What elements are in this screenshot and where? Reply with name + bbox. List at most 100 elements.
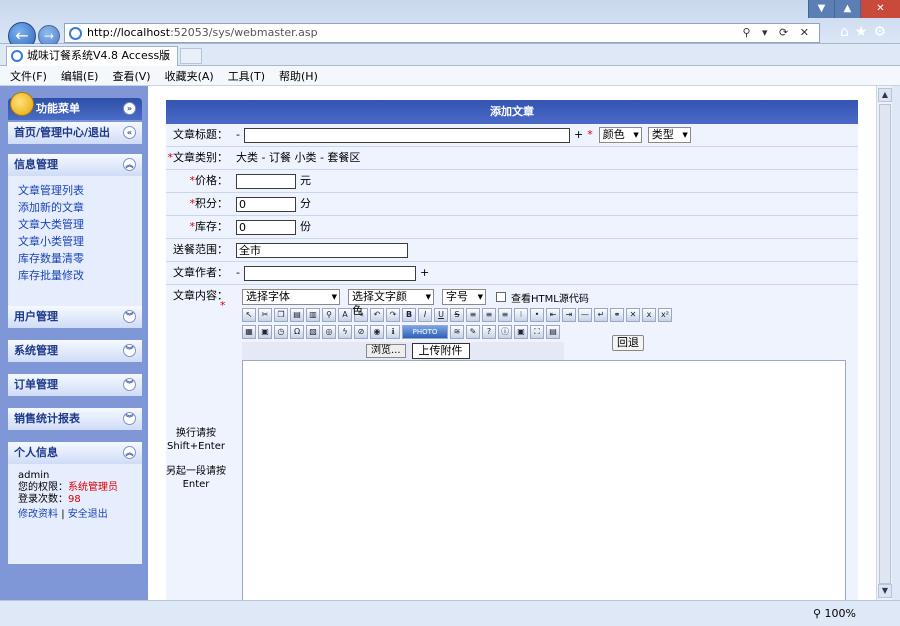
chevron-down-icon[interactable]: ︾ bbox=[123, 412, 136, 425]
zoom-level[interactable]: ⚲ 100% bbox=[813, 607, 856, 620]
paste-icon[interactable]: ▤ bbox=[290, 308, 304, 322]
media-icon[interactable]: ◉ bbox=[370, 325, 384, 339]
ordered-list-icon[interactable]: ⁝ bbox=[514, 308, 528, 322]
select-icon[interactable]: ↖ bbox=[242, 308, 256, 322]
sidebar-sales-report[interactable]: 销售统计报表 ︾ bbox=[8, 408, 142, 430]
cut-icon[interactable]: ✂ bbox=[258, 308, 272, 322]
edit-icon[interactable]: ✎ bbox=[466, 325, 480, 339]
strikethrough-icon[interactable]: S bbox=[450, 308, 464, 322]
scroll-thumb[interactable] bbox=[879, 104, 891, 584]
web-icon[interactable]: ◎ bbox=[322, 325, 336, 339]
sidebar-home[interactable]: 首页/管理中心/退出 « bbox=[8, 122, 142, 144]
menu-edit[interactable]: 编辑(E) bbox=[61, 68, 99, 84]
sidebar-order-management[interactable]: 订单管理 ︾ bbox=[8, 374, 142, 396]
image-icon[interactable]: ▧ bbox=[306, 325, 320, 339]
copy-icon[interactable]: ❐ bbox=[274, 308, 288, 322]
close-window-button[interactable]: ✕ bbox=[860, 0, 900, 18]
indent-icon[interactable]: ⇥ bbox=[562, 308, 576, 322]
flash-icon[interactable]: ϟ bbox=[338, 325, 352, 339]
menu-tools[interactable]: 工具(T) bbox=[228, 68, 265, 84]
address-bar[interactable]: http://localhost:52053/sys/webmaster.asp… bbox=[64, 23, 820, 43]
save-icon[interactable]: ▤ bbox=[546, 325, 560, 339]
title-input[interactable] bbox=[243, 127, 570, 143]
chevron-down-icon[interactable]: ︾ bbox=[123, 310, 136, 323]
calendar-icon[interactable]: ▣ bbox=[258, 325, 272, 339]
maximize-button[interactable]: ▲ bbox=[834, 0, 860, 18]
link-stock-clear[interactable]: 库存数量清零 bbox=[18, 250, 132, 267]
font-size-select[interactable]: 字号 bbox=[442, 289, 486, 305]
menu-view[interactable]: 查看(V) bbox=[112, 68, 150, 84]
toolbar-icons[interactable]: ⌂★⚙ bbox=[840, 24, 892, 40]
help-icon[interactable]: ? bbox=[482, 325, 496, 339]
special-char-icon[interactable]: Ω bbox=[290, 325, 304, 339]
align-right-icon[interactable]: ≡ bbox=[498, 308, 512, 322]
stock-input[interactable] bbox=[236, 219, 296, 235]
delivery-range-input[interactable] bbox=[236, 242, 408, 258]
menu-help[interactable]: 帮助(H) bbox=[279, 68, 318, 84]
scroll-up-icon[interactable]: ▲ bbox=[878, 88, 892, 102]
sidebar-system-management[interactable]: 系统管理 ︾ bbox=[8, 340, 142, 362]
color-select[interactable]: 颜色 bbox=[598, 127, 642, 143]
author-input[interactable] bbox=[243, 265, 416, 281]
home-link[interactable]: 首页/管理中心/退出 bbox=[14, 126, 110, 139]
logout-link[interactable]: 安全退出 bbox=[68, 509, 108, 520]
content-editor[interactable] bbox=[242, 360, 846, 600]
new-tab-button[interactable] bbox=[180, 48, 202, 64]
link-icon[interactable]: ⚭ bbox=[610, 308, 624, 322]
points-input[interactable] bbox=[236, 196, 296, 212]
horizontal-rule-icon[interactable]: — bbox=[578, 308, 592, 322]
browser-tab[interactable]: 城味订餐系统V4.8 Access版 × bbox=[6, 46, 178, 66]
text-color-select[interactable]: 选择文字颜色 bbox=[348, 289, 434, 317]
tab-close-icon[interactable]: × bbox=[162, 47, 171, 65]
chevron-up-icon[interactable]: ︽ bbox=[123, 446, 136, 459]
redo-icon[interactable]: ↷ bbox=[386, 308, 400, 322]
paste-text-icon[interactable]: ▥ bbox=[306, 308, 320, 322]
link-stock-batch[interactable]: 库存批量修改 bbox=[18, 267, 132, 284]
chevron-down-icon[interactable]: ︾ bbox=[123, 344, 136, 357]
underline-icon[interactable]: U bbox=[434, 308, 448, 322]
browse-button[interactable]: 浏览... bbox=[366, 344, 406, 358]
outdent-icon[interactable]: ⇤ bbox=[546, 308, 560, 322]
preview-icon[interactable]: ▣ bbox=[514, 325, 528, 339]
italic-icon[interactable]: I bbox=[418, 308, 432, 322]
upload-attachment-button[interactable]: 上传附件 bbox=[411, 343, 470, 359]
undo-icon[interactable]: ↶ bbox=[370, 308, 384, 322]
no-entry-icon[interactable]: ⊘ bbox=[354, 325, 368, 339]
minimize-button[interactable]: ▼ bbox=[808, 0, 834, 18]
vertical-scrollbar[interactable]: ▲ ▼ bbox=[876, 86, 892, 600]
photo-icon[interactable]: PHOTO bbox=[402, 325, 448, 339]
collapse-all-icon[interactable]: » bbox=[123, 102, 136, 115]
scroll-down-icon[interactable]: ▼ bbox=[878, 584, 892, 598]
font-select[interactable]: 选择字体 bbox=[242, 289, 340, 305]
font-color-icon[interactable]: A bbox=[338, 308, 352, 322]
fullscreen-icon[interactable]: ⛶ bbox=[530, 325, 544, 339]
link-article-list[interactable]: 文章管理列表 bbox=[18, 182, 132, 199]
type-select[interactable]: 类型 bbox=[647, 127, 691, 143]
info-icon[interactable]: ℹ bbox=[386, 325, 400, 339]
superscript-icon[interactable]: x² bbox=[658, 308, 672, 322]
unlink-icon[interactable]: ✕ bbox=[626, 308, 640, 322]
layer-icon[interactable]: ≋ bbox=[450, 325, 464, 339]
price-input[interactable] bbox=[236, 173, 296, 189]
subscript-icon[interactable]: x bbox=[642, 308, 656, 322]
bold-icon[interactable]: B bbox=[402, 308, 416, 322]
clock-icon[interactable]: ◷ bbox=[274, 325, 288, 339]
unordered-list-icon[interactable]: • bbox=[530, 308, 544, 322]
collapse-icon[interactable]: « bbox=[123, 126, 136, 139]
align-left-icon[interactable]: ≡ bbox=[466, 308, 480, 322]
back-button[interactable]: 回退 bbox=[612, 335, 644, 351]
address-tools[interactable]: ⚲ ▾ ⟳ ✕ bbox=[742, 24, 813, 42]
link-category-main[interactable]: 文章大类管理 bbox=[18, 216, 132, 233]
link-category-sub[interactable]: 文章小类管理 bbox=[18, 233, 132, 250]
chevron-down-icon[interactable]: ︾ bbox=[123, 378, 136, 391]
find-icon[interactable]: ⚲ bbox=[322, 308, 336, 322]
menu-file[interactable]: 文件(F) bbox=[10, 68, 47, 84]
chevron-up-icon[interactable]: ︽ bbox=[123, 158, 136, 171]
link-add-article[interactable]: 添加新的文章 bbox=[18, 199, 132, 216]
about-icon[interactable]: ⓘ bbox=[498, 325, 512, 339]
table-icon[interactable]: ▦ bbox=[242, 325, 256, 339]
edit-profile-link[interactable]: 修改资料 bbox=[18, 509, 58, 520]
view-html-checkbox[interactable] bbox=[496, 292, 506, 302]
menu-favorites[interactable]: 收藏夹(A) bbox=[165, 68, 214, 84]
sidebar-user-management[interactable]: 用户管理 ︾ bbox=[8, 306, 142, 328]
